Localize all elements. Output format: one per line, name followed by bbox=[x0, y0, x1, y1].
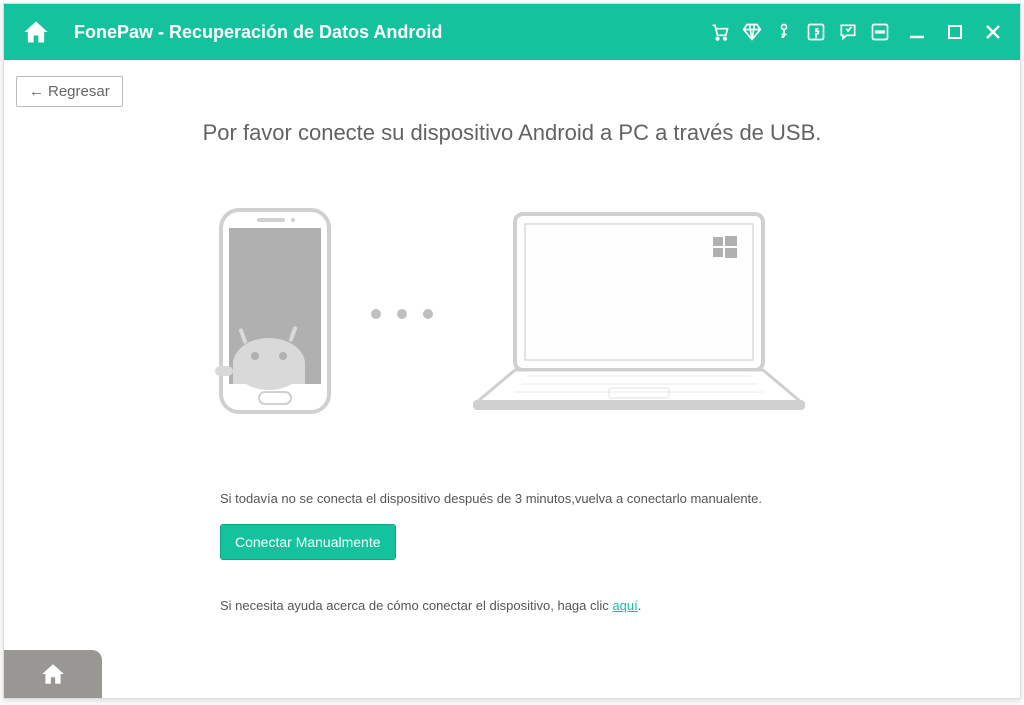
laptop-illustration bbox=[469, 206, 809, 421]
back-button[interactable]: ← Regresar bbox=[16, 76, 123, 107]
help-text: Si necesita ayuda acerca de cómo conecta… bbox=[220, 598, 980, 613]
app-title: FonePaw - Recuperación de Datos Android bbox=[74, 22, 710, 43]
timeout-hint: Si todavía no se conecta el dispositivo … bbox=[220, 491, 980, 506]
title-bar: FonePaw - Recuperación de Datos Android bbox=[4, 4, 1020, 60]
dot bbox=[423, 309, 433, 319]
phone-illustration bbox=[215, 206, 335, 421]
home-icon bbox=[40, 661, 66, 687]
help-suffix: . bbox=[638, 598, 642, 613]
window-controls bbox=[908, 23, 1002, 41]
home-button[interactable] bbox=[22, 18, 50, 46]
cart-icon[interactable] bbox=[710, 22, 730, 42]
connection-illustration bbox=[44, 206, 980, 421]
back-label: Regresar bbox=[48, 83, 110, 100]
connect-manually-button[interactable]: Conectar Manualmente bbox=[220, 524, 396, 560]
header-toolbar bbox=[710, 22, 890, 42]
footer-home-tab[interactable] bbox=[4, 650, 102, 698]
help-prefix: Si necesita ayuda acerca de cómo conecta… bbox=[220, 598, 612, 613]
close-button[interactable] bbox=[984, 23, 1002, 41]
key-icon[interactable] bbox=[774, 22, 794, 42]
app-window: FonePaw - Recuperación de Datos Android bbox=[3, 3, 1021, 699]
instructions-block: Si todavía no se conecta el dispositivo … bbox=[44, 491, 980, 613]
dot bbox=[371, 309, 381, 319]
minimize-button[interactable] bbox=[908, 23, 926, 41]
main-content: Por favor conecte su dispositivo Android… bbox=[4, 60, 1020, 653]
feedback-icon[interactable] bbox=[838, 22, 858, 42]
help-link[interactable]: aquí bbox=[612, 598, 637, 613]
arrow-left-icon: ← bbox=[29, 83, 44, 100]
facebook-icon[interactable] bbox=[806, 22, 826, 42]
connection-dots bbox=[371, 309, 433, 319]
menu-icon[interactable] bbox=[870, 22, 890, 42]
diamond-icon[interactable] bbox=[742, 22, 762, 42]
instruction-heading: Por favor conecte su dispositivo Android… bbox=[44, 120, 980, 146]
maximize-button[interactable] bbox=[946, 23, 964, 41]
dot bbox=[397, 309, 407, 319]
